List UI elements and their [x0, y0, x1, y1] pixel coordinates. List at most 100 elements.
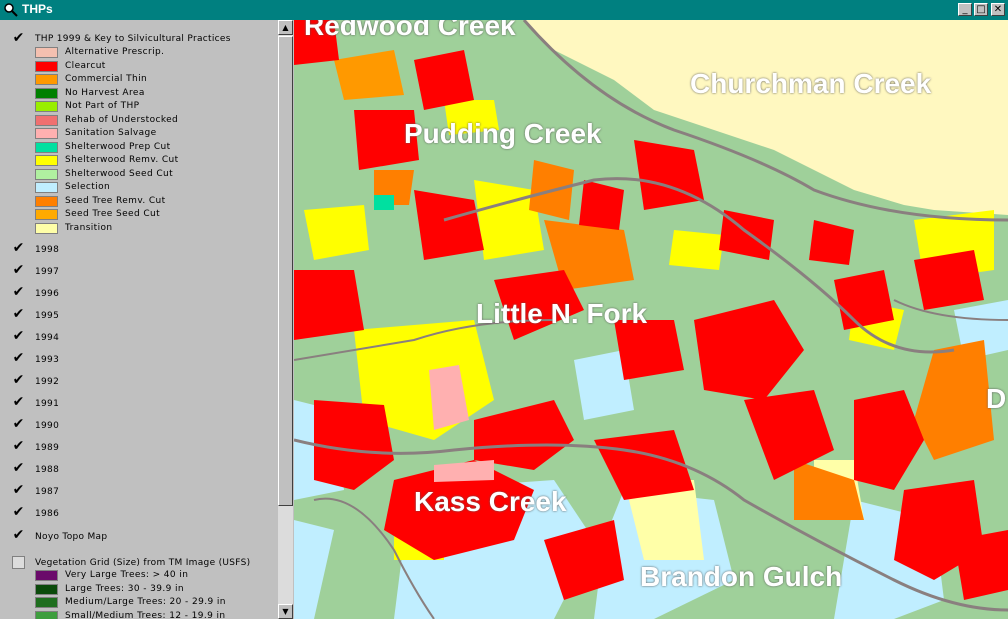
layer-year-1989[interactable]: ✔ 1989 [0, 439, 278, 460]
layer-label: 1991 [35, 399, 60, 409]
layer-year-1994[interactable]: ✔ 1994 [0, 329, 278, 350]
map-canvas [294, 20, 1008, 619]
legend-label: Rehab of Understocked [65, 114, 179, 125]
layer-label: 1994 [35, 333, 60, 343]
layer-checkbox-checked-icon[interactable]: ✔ [12, 31, 25, 45]
layer-checkbox-checked-icon[interactable]: ✔ [12, 241, 25, 255]
parcel-clearcut [579, 180, 624, 230]
legend-swatch [35, 47, 58, 58]
layer-label: 1996 [35, 289, 60, 299]
layer-label: 1986 [35, 509, 60, 519]
place-label: Brandon Gulch [640, 561, 843, 592]
legend-label: Shelterwood Prep Cut [65, 141, 171, 152]
map-view[interactable]: Redwood Creek Churchman Creek Pudding Cr… [294, 20, 1008, 619]
legend-swatch [35, 74, 58, 85]
parcel-shelterwood-prep [374, 195, 394, 210]
parcel-clearcut [294, 270, 364, 340]
maximize-button[interactable]: □ [974, 3, 988, 16]
legend-label: Very Large Trees: > 40 in [65, 570, 189, 580]
window-title-bar[interactable]: THPs _ □ ✕ [0, 0, 1008, 20]
minimize-button[interactable]: _ [958, 3, 972, 16]
parcel-seed-tree-remv [914, 340, 994, 460]
layer-year-1995[interactable]: ✔ 1995 [0, 307, 278, 328]
legend-item: Very Large Trees: > 40 in [35, 570, 275, 583]
layer-year-1990[interactable]: ✔ 1990 [0, 417, 278, 438]
parcel-shelterwood-remv [669, 230, 724, 270]
place-label: Pudding Creek [404, 118, 602, 149]
legend-label: Seed Tree Seed Cut [65, 209, 161, 219]
legend-item: Shelterwood Seed Cut [35, 168, 275, 182]
legend-swatch [35, 583, 58, 595]
place-label: Little N. Fork [476, 298, 648, 329]
legend-label: Clearcut [65, 60, 106, 71]
scroll-down-arrow-icon[interactable]: ▼ [278, 604, 293, 619]
legend-item: Rehab of Understocked [35, 114, 275, 128]
legend-item: Shelterwood Remv. Cut [35, 155, 275, 168]
layer-checkbox-checked-icon[interactable]: ✔ [12, 351, 25, 365]
layer-checkbox-checked-icon[interactable]: ✔ [12, 285, 25, 299]
legend-swatch [35, 597, 58, 608]
layer-checkbox-checked-icon[interactable]: ✔ [12, 461, 25, 475]
parcel-clearcut [834, 270, 894, 330]
layer-checkbox-checked-icon[interactable]: ✔ [12, 417, 25, 431]
legend-swatch [35, 60, 58, 72]
layer-year-1987[interactable]: ✔ 1987 [0, 483, 278, 504]
legend-swatch [35, 209, 58, 220]
legend-item: Not Part of THP [35, 101, 275, 114]
parcel-clearcut [914, 250, 984, 310]
layer-checkbox-checked-icon[interactable]: ✔ [12, 329, 25, 343]
layer-checkbox-checked-icon[interactable]: ✔ [12, 483, 25, 497]
legend-item: Small/Medium Trees: 12 - 19.9 in [35, 610, 275, 619]
layer-year-1998[interactable]: ✔ 1998 [0, 241, 278, 262]
layer-checkbox-checked-icon[interactable]: ✔ [12, 505, 25, 519]
legend-item: Clearcut [35, 60, 275, 74]
layer-year-1988[interactable]: ✔ 1988 [0, 461, 278, 482]
legend-item: Large Trees: 30 - 39.9 in [35, 583, 275, 597]
parcel-selection [294, 520, 334, 619]
legend-swatch [35, 168, 58, 180]
place-label: Redwood Creek [304, 20, 516, 41]
layer-checkbox-checked-icon[interactable]: ✔ [12, 263, 25, 277]
layer-checkbox-checked-icon[interactable]: ✔ [12, 528, 25, 542]
layer-year-1997[interactable]: ✔ 1997 [0, 263, 278, 284]
layer-checkbox-checked-icon[interactable]: ✔ [12, 439, 25, 453]
layer-checkbox-unchecked-icon[interactable] [12, 556, 25, 569]
parcel-clearcut [414, 190, 484, 260]
legend-item: Alternative Prescrip. [35, 47, 275, 60]
layer-year-1996[interactable]: ✔ 1996 [0, 285, 278, 306]
layer-checkbox-checked-icon[interactable]: ✔ [12, 307, 25, 321]
legend-label: Alternative Prescrip. [65, 47, 165, 57]
legend-item: Shelterwood Prep Cut [35, 141, 275, 155]
layer-checkbox-checked-icon[interactable]: ✔ [12, 395, 25, 409]
legend-swatch [35, 195, 58, 207]
layer-checkbox-checked-icon[interactable]: ✔ [12, 373, 25, 387]
layer-label: 1987 [35, 487, 60, 497]
layer-year-1992[interactable]: ✔ 1992 [0, 373, 278, 394]
parcel-clearcut [414, 50, 474, 110]
parcel-clearcut [474, 400, 574, 470]
legend-swatch [35, 222, 58, 234]
layer-label: Vegetation Grid (Size) from TM Image (US… [35, 558, 251, 568]
scrollbar-thumb[interactable] [278, 36, 293, 506]
legend-label: Medium/Large Trees: 20 - 29.9 in [65, 597, 226, 607]
close-button[interactable]: ✕ [991, 3, 1005, 16]
parcel-clearcut [809, 220, 854, 265]
parcel-clearcut [954, 530, 1008, 600]
legend-item: Selection [35, 182, 275, 195]
legend-label: Shelterwood Seed Cut [65, 168, 174, 179]
layer-noyo-topo-map[interactable]: ✔ Noyo Topo Map [0, 528, 278, 549]
layer-year-1986[interactable]: ✔ 1986 [0, 505, 278, 526]
legend-item: Transition [35, 222, 275, 236]
scroll-up-arrow-icon[interactable]: ▲ [278, 20, 293, 35]
toc-scrollbar[interactable]: ▲ ▼ [278, 20, 293, 619]
legend-swatch [35, 101, 58, 112]
layer-label: 1989 [35, 443, 60, 453]
legend-label: Commercial Thin [65, 74, 148, 84]
layer-year-1993[interactable]: ✔ 1993 [0, 351, 278, 372]
window-title: THPs [22, 2, 53, 16]
legend-swatch [35, 182, 58, 193]
legend-label: Shelterwood Remv. Cut [65, 155, 179, 165]
parcel-seed-tree-remv [334, 50, 404, 100]
layer-year-1991[interactable]: ✔ 1991 [0, 395, 278, 416]
layer-label: THP 1999 & Key to Silvicultural Practice… [35, 34, 231, 44]
